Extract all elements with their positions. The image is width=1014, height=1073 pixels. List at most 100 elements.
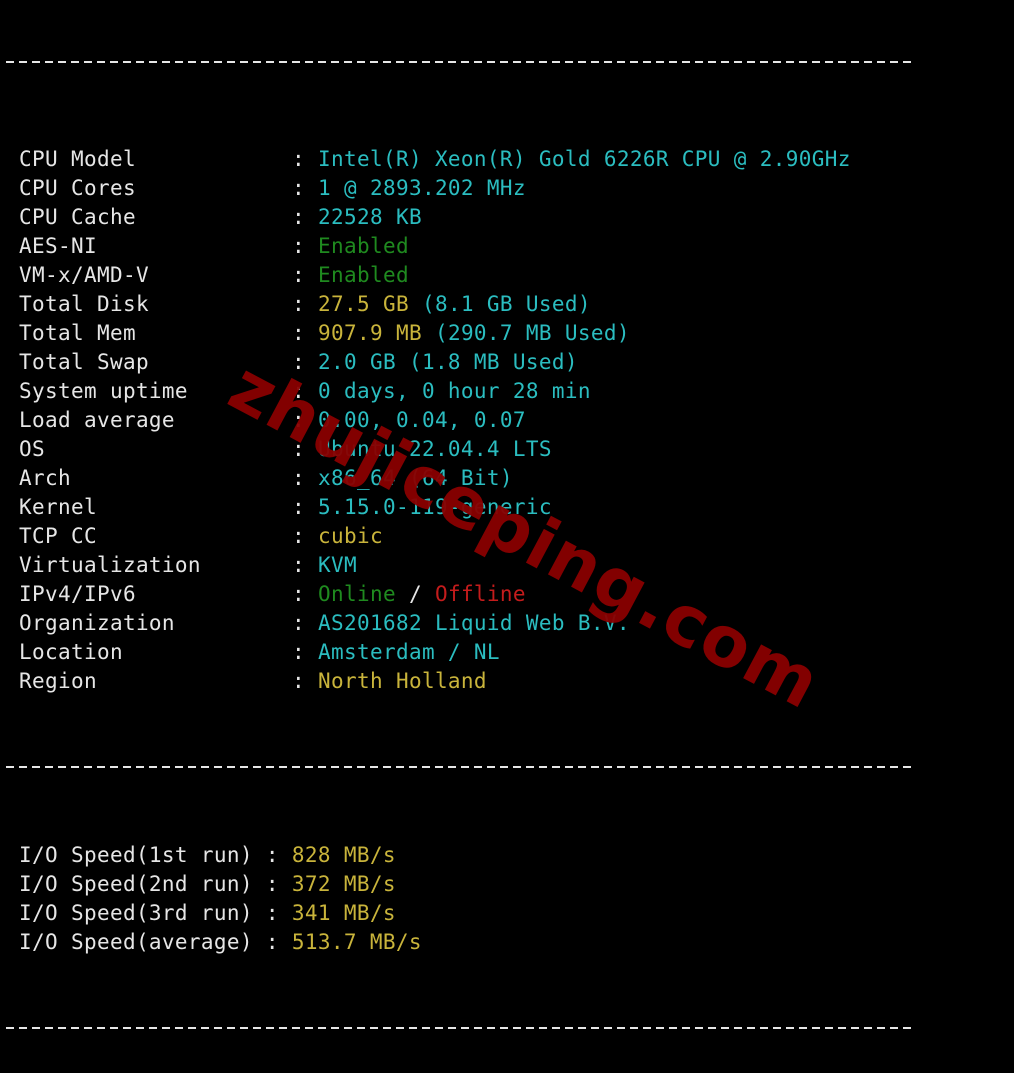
info-row-cpu-cores: CPU Cores: 1 @ 2893.202 MHz [6, 174, 1014, 203]
io-speed-row: I/O Speed(3rd run) : 341 MB/s [6, 899, 1014, 928]
info-label: Organization [19, 611, 175, 635]
info-value: (290.7 MB Used) [434, 321, 630, 345]
info-label: OS [19, 437, 45, 461]
system-info-section: CPU Model: Intel(R) Xeon(R) Gold 6226R C… [6, 145, 1014, 696]
info-row-region: Region: North Holland [6, 667, 1014, 696]
info-value: 5.15.0-119-generic [318, 495, 552, 519]
info-value: Intel(R) Xeon(R) Gold 6226R CPU @ 2.90GH… [318, 147, 851, 171]
info-row-system-uptime: System uptime: 0 days, 0 hour 28 min [6, 377, 1014, 406]
info-label: Total Disk [19, 292, 149, 316]
io-label: I/O Speed(2nd run) [19, 872, 266, 896]
colon-separator: : [292, 176, 318, 200]
io-value: 372 MB/s [291, 872, 396, 896]
colon-separator: : [292, 466, 318, 490]
info-row-ipv4-ipv6: IPv4/IPv6: Online / Offline [6, 580, 1014, 609]
info-value: 0.00, 0.04, 0.07 [318, 408, 526, 432]
info-value: / [395, 582, 435, 606]
info-row-total-disk: Total Disk: 27.5 GB (8.1 GB Used) [6, 290, 1014, 319]
info-row-total-swap: Total Swap: 2.0 GB (1.8 MB Used) [6, 348, 1014, 377]
io-speed-row: I/O Speed(average) : 513.7 MB/s [6, 928, 1014, 957]
io-label: I/O Speed(average) [19, 930, 266, 954]
info-value: Amsterdam / NL [318, 640, 500, 664]
colon-separator: : [292, 640, 318, 664]
colon-separator: : [292, 263, 318, 287]
info-row-organization: Organization: AS201682 Liquid Web B.V. [6, 609, 1014, 638]
info-label: TCP CC [19, 524, 97, 548]
info-row-arch: Arch: x86_64 (64 Bit) [6, 464, 1014, 493]
info-row-virtualization: Virtualization: KVM [6, 551, 1014, 580]
info-row-load-average: Load average: 0.00, 0.04, 0.07 [6, 406, 1014, 435]
info-row-tcp-cc: TCP CC: cubic [6, 522, 1014, 551]
io-value: 828 MB/s [291, 843, 396, 867]
colon-separator: : [292, 350, 318, 374]
colon-separator: : [292, 437, 318, 461]
info-label: Load average [19, 408, 175, 432]
info-value: Enabled [318, 234, 409, 258]
separator-line [6, 58, 1014, 87]
info-label: AES-NI [19, 234, 97, 258]
info-label: Total Mem [19, 321, 136, 345]
info-value: 22528 KB [318, 205, 422, 229]
colon-separator: : [292, 379, 318, 403]
info-row-total-mem: Total Mem: 907.9 MB (290.7 MB Used) [6, 319, 1014, 348]
info-label: Virtualization [19, 553, 201, 577]
io-value: 513.7 MB/s [291, 930, 422, 954]
separator-line [6, 1015, 1014, 1044]
colon-separator: : [292, 147, 318, 171]
io-label: I/O Speed(3rd run) [19, 901, 266, 925]
info-value: 907.9 MB [318, 321, 435, 345]
colon-separator: : [292, 582, 318, 606]
colon-separator: : [292, 611, 318, 635]
colon-separator: : [265, 872, 292, 896]
info-row-aes-ni: AES-NI: Enabled [6, 232, 1014, 261]
info-label: Arch [19, 466, 71, 490]
info-row-cpu-model: CPU Model: Intel(R) Xeon(R) Gold 6226R C… [6, 145, 1014, 174]
io-speed-row: I/O Speed(1st run) : 828 MB/s [6, 841, 1014, 870]
colon-separator: : [265, 901, 292, 925]
colon-separator: : [292, 292, 318, 316]
info-value: AS201682 Liquid Web B.V. [318, 611, 630, 635]
info-label: CPU Cores [19, 176, 136, 200]
info-value: Online [318, 582, 396, 606]
info-value: North Holland [318, 669, 487, 693]
info-row-os: OS: Ubuntu 22.04.4 LTS [6, 435, 1014, 464]
io-label: I/O Speed(1st run) [19, 843, 266, 867]
info-value: Offline [434, 582, 526, 606]
info-label: CPU Model [19, 147, 136, 171]
info-value: KVM [318, 553, 357, 577]
info-label: System uptime [19, 379, 188, 403]
info-label: VM-x/AMD-V [19, 263, 149, 287]
info-label: Kernel [19, 495, 97, 519]
info-label: CPU Cache [19, 205, 136, 229]
colon-separator: : [292, 524, 318, 548]
info-row-kernel: Kernel: 5.15.0-119-generic [6, 493, 1014, 522]
colon-separator: : [292, 321, 318, 345]
info-value: (8.1 GB Used) [421, 292, 591, 316]
info-label: Region [19, 669, 97, 693]
info-value: x86_64 (64 Bit) [318, 466, 513, 490]
info-value: 2.0 GB (1.8 MB Used) [318, 350, 578, 374]
info-value: Enabled [318, 263, 409, 287]
colon-separator: : [265, 930, 292, 954]
colon-separator: : [292, 205, 318, 229]
colon-separator: : [292, 669, 318, 693]
colon-separator: : [292, 553, 318, 577]
info-value: 1 @ 2893.202 MHz [318, 176, 526, 200]
io-speed-section: I/O Speed(1st run) : 828 MB/s I/O Speed(2… [6, 841, 1014, 957]
io-speed-row: I/O Speed(2nd run) : 372 MB/s [6, 870, 1014, 899]
info-label: Total Swap [19, 350, 149, 374]
colon-separator: : [292, 408, 318, 432]
info-value: Ubuntu 22.04.4 LTS [318, 437, 552, 461]
info-label: IPv4/IPv6 [19, 582, 136, 606]
terminal-output: CPU Model: Intel(R) Xeon(R) Gold 6226R C… [6, 0, 1014, 1073]
info-value: 0 days, 0 hour 28 min [318, 379, 591, 403]
separator-line [6, 754, 1014, 783]
info-row-vm-x-amd-v: VM-x/AMD-V: Enabled [6, 261, 1014, 290]
info-row-location: Location: Amsterdam / NL [6, 638, 1014, 667]
colon-separator: : [292, 234, 318, 258]
info-label: Location [19, 640, 123, 664]
info-value: 27.5 GB [318, 292, 422, 316]
info-row-cpu-cache: CPU Cache: 22528 KB [6, 203, 1014, 232]
io-value: 341 MB/s [291, 901, 396, 925]
info-value: cubic [318, 524, 383, 548]
